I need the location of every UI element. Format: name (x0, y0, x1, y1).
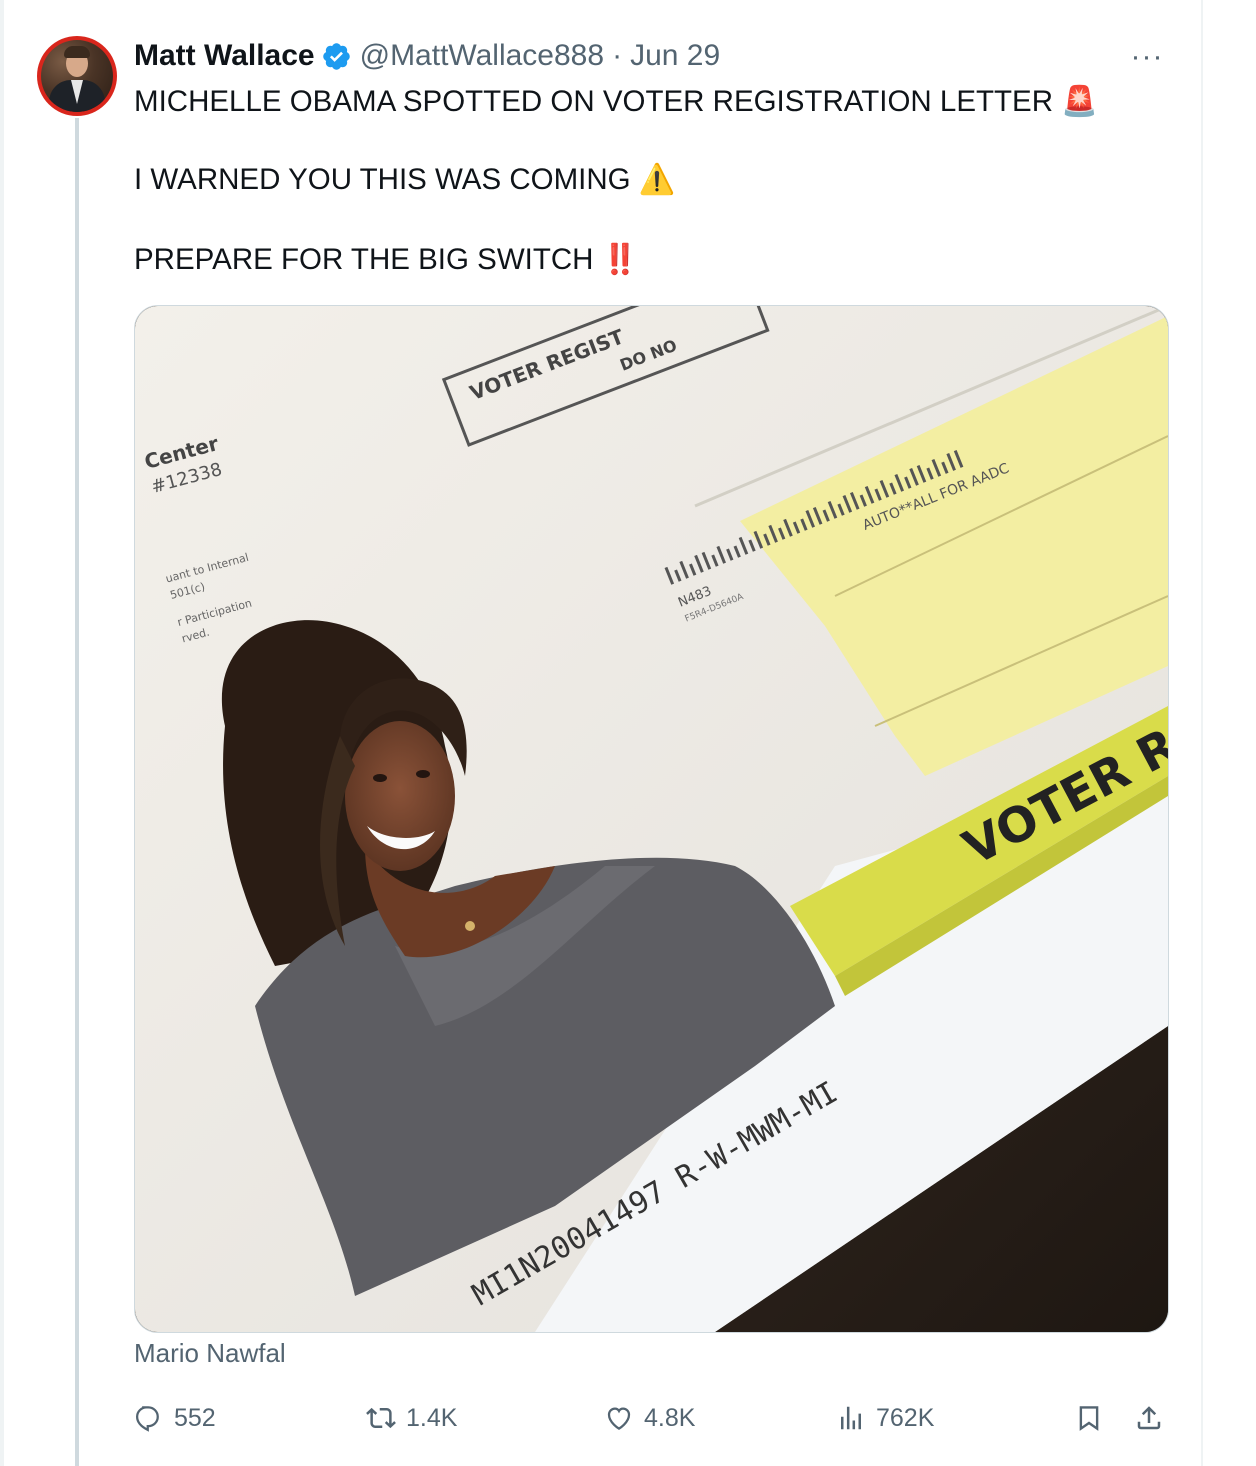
heart-icon (607, 1407, 631, 1430)
avatar[interactable] (37, 36, 117, 116)
repost-icon (366, 1407, 396, 1429)
siren-icon: 🚨 (1061, 85, 1098, 118)
reply-icon (135, 1406, 159, 1432)
more-options-button[interactable]: ··· (1127, 42, 1167, 72)
reply-button[interactable]: 552 (134, 1396, 216, 1440)
verified-badge-icon (321, 41, 352, 72)
media-attribution[interactable]: Mario Nawfal (134, 1338, 286, 1369)
views-button[interactable]: 762K (836, 1396, 934, 1440)
thread-line (75, 118, 79, 1466)
like-count: 4.8K (644, 1403, 696, 1432)
envelope-photo: VOTER REGIST DO NO Center #12338 uant to… (135, 306, 1168, 1332)
left-border (0, 0, 4, 1466)
reply-count: 552 (174, 1403, 216, 1432)
tweet-text-line-2: I WARNED YOU THIS WAS COMING ⚠️ (134, 160, 675, 200)
repost-count: 1.4K (406, 1403, 458, 1432)
warning-icon: ⚠️ (638, 163, 676, 196)
tweet-date[interactable]: Jun 29 (630, 39, 720, 73)
tweet-header: Matt Wallace @MattWallace888 · Jun 29 (134, 38, 720, 74)
tweet-text-2: I WARNED YOU THIS WAS COMING (134, 163, 631, 196)
avatar-photo (41, 40, 113, 112)
tweet-text-line-1: MICHELLE OBAMA SPOTTED ON VOTER REGISTRA… (134, 82, 1098, 122)
author-handle[interactable]: @MattWallace888 (360, 39, 604, 73)
right-border (1201, 0, 1203, 1466)
tweet-media-image[interactable]: VOTER REGIST DO NO Center #12338 uant to… (134, 305, 1169, 1333)
like-button[interactable]: 4.8K (604, 1396, 695, 1440)
bookmark-icon (1079, 1406, 1099, 1431)
share-button[interactable] (1134, 1396, 1164, 1440)
tweet-text-3: PREPARE FOR THE BIG SWITCH (134, 243, 594, 276)
views-count: 762K (876, 1403, 935, 1432)
tweet-text-line-3: PREPARE FOR THE BIG SWITCH ‼️ (134, 240, 638, 280)
repost-button[interactable]: 1.4K (366, 1396, 457, 1440)
bookmark-button[interactable] (1074, 1396, 1104, 1440)
tweet-text-1: MICHELLE OBAMA SPOTTED ON VOTER REGISTRA… (134, 85, 1054, 118)
share-icon (1137, 1406, 1161, 1430)
author-name[interactable]: Matt Wallace (134, 39, 315, 73)
views-icon (841, 1406, 861, 1430)
separator-dot: · (612, 39, 623, 72)
double-exclamation-icon: ‼️ (601, 243, 639, 276)
more-icon: ··· (1130, 40, 1164, 73)
